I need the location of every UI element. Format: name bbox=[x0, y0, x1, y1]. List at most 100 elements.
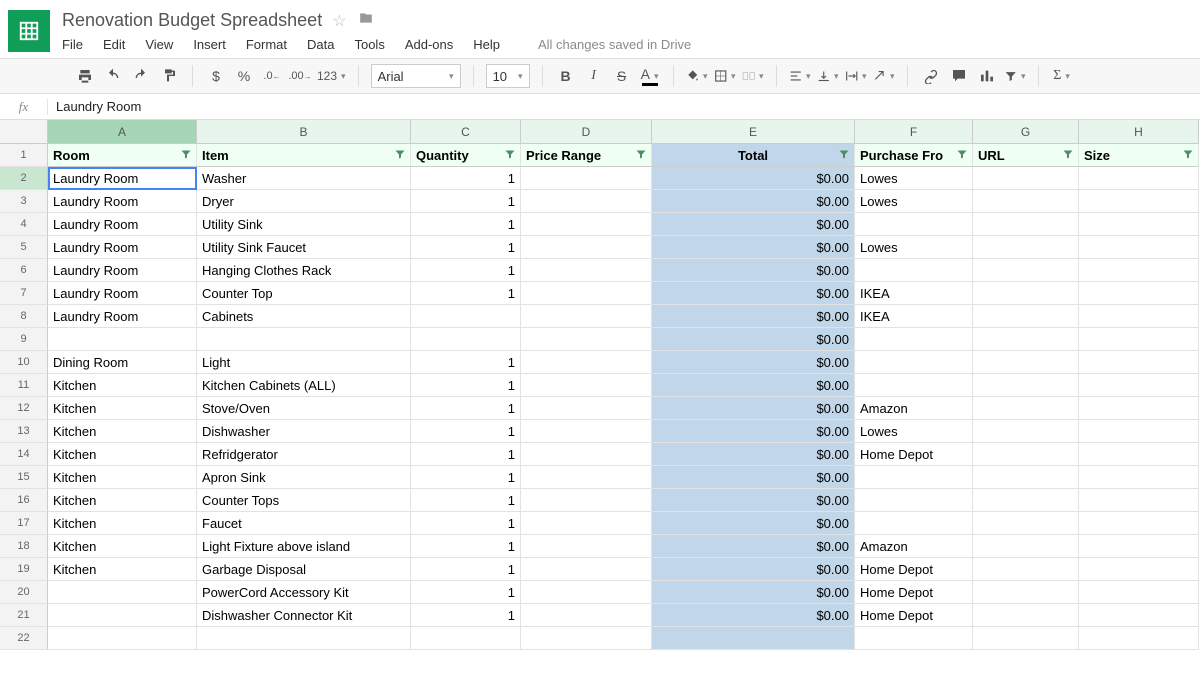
text-wrap-button[interactable]: ▾ bbox=[845, 65, 867, 87]
cell[interactable] bbox=[973, 512, 1079, 535]
cell[interactable] bbox=[521, 489, 652, 512]
format-currency-button[interactable]: $ bbox=[205, 65, 227, 87]
cell[interactable]: Light Fixture above island bbox=[197, 535, 411, 558]
filter-icon[interactable] bbox=[180, 148, 192, 163]
row-header[interactable]: 10 bbox=[0, 351, 48, 374]
font-selector[interactable]: Arial▾ bbox=[371, 64, 461, 88]
insert-comment-button[interactable] bbox=[948, 65, 970, 87]
cell[interactable]: Dishwasher bbox=[197, 420, 411, 443]
cell[interactable]: Amazon bbox=[855, 535, 973, 558]
header-cell[interactable]: Item bbox=[197, 144, 411, 167]
cell[interactable] bbox=[855, 512, 973, 535]
cell[interactable] bbox=[973, 397, 1079, 420]
menu-insert[interactable]: Insert bbox=[193, 37, 226, 52]
cell[interactable]: Home Depot bbox=[855, 558, 973, 581]
fill-color-button[interactable]: ▾ bbox=[686, 65, 708, 87]
cell[interactable]: Apron Sink bbox=[197, 466, 411, 489]
row-header[interactable]: 16 bbox=[0, 489, 48, 512]
doc-title[interactable]: Renovation Budget Spreadsheet bbox=[62, 10, 322, 31]
cell[interactable] bbox=[855, 259, 973, 282]
cell[interactable] bbox=[1079, 167, 1199, 190]
cell[interactable]: 1 bbox=[411, 374, 521, 397]
cell[interactable] bbox=[1079, 397, 1199, 420]
bold-button[interactable]: B bbox=[555, 65, 577, 87]
more-formats-button[interactable]: 123▾ bbox=[317, 65, 346, 87]
cell[interactable] bbox=[1079, 328, 1199, 351]
header-cell[interactable]: Room bbox=[48, 144, 197, 167]
row-header[interactable]: 4 bbox=[0, 213, 48, 236]
cell[interactable] bbox=[521, 167, 652, 190]
cell[interactable] bbox=[521, 374, 652, 397]
cell[interactable]: $0.00 bbox=[652, 213, 855, 236]
format-percent-button[interactable]: % bbox=[233, 65, 255, 87]
cell[interactable] bbox=[521, 627, 652, 650]
cell[interactable] bbox=[521, 190, 652, 213]
cell[interactable] bbox=[973, 374, 1079, 397]
cell[interactable] bbox=[1079, 351, 1199, 374]
cell[interactable] bbox=[973, 305, 1079, 328]
row-header[interactable]: 22 bbox=[0, 627, 48, 650]
cell[interactable]: Dryer bbox=[197, 190, 411, 213]
menu-format[interactable]: Format bbox=[246, 37, 287, 52]
cell[interactable] bbox=[1079, 282, 1199, 305]
cell[interactable]: Laundry Room bbox=[48, 282, 197, 305]
col-header-A[interactable]: A bbox=[48, 120, 197, 144]
print-icon[interactable] bbox=[74, 65, 96, 87]
cell[interactable] bbox=[1079, 213, 1199, 236]
cell[interactable]: 1 bbox=[411, 535, 521, 558]
filter-button[interactable]: ▾ bbox=[1004, 65, 1026, 87]
paint-format-icon[interactable] bbox=[158, 65, 180, 87]
insert-link-button[interactable] bbox=[920, 65, 942, 87]
row-header[interactable]: 5 bbox=[0, 236, 48, 259]
borders-button[interactable]: ▾ bbox=[714, 65, 736, 87]
cell[interactable]: 1 bbox=[411, 466, 521, 489]
folder-icon[interactable] bbox=[357, 11, 375, 30]
row-header[interactable]: 12 bbox=[0, 397, 48, 420]
cell[interactable]: Kitchen bbox=[48, 420, 197, 443]
cell[interactable]: Lowes bbox=[855, 420, 973, 443]
row-header[interactable]: 1 bbox=[0, 144, 48, 167]
cell[interactable]: 1 bbox=[411, 167, 521, 190]
cell[interactable] bbox=[411, 305, 521, 328]
cell[interactable]: Laundry Room bbox=[48, 190, 197, 213]
cell[interactable] bbox=[652, 627, 855, 650]
cell[interactable] bbox=[1079, 420, 1199, 443]
cell[interactable]: 1 bbox=[411, 581, 521, 604]
cell[interactable] bbox=[973, 190, 1079, 213]
cell[interactable]: Utility Sink Faucet bbox=[197, 236, 411, 259]
cell[interactable]: Laundry Room bbox=[48, 213, 197, 236]
cell[interactable]: Faucet bbox=[197, 512, 411, 535]
cell[interactable]: $0.00 bbox=[652, 374, 855, 397]
cell[interactable] bbox=[411, 328, 521, 351]
row-header[interactable]: 17 bbox=[0, 512, 48, 535]
col-header-E[interactable]: E bbox=[652, 120, 855, 144]
cell[interactable] bbox=[197, 627, 411, 650]
cell[interactable] bbox=[973, 351, 1079, 374]
row-header[interactable]: 13 bbox=[0, 420, 48, 443]
text-rotation-button[interactable]: ▾ bbox=[873, 65, 895, 87]
row-header[interactable]: 6 bbox=[0, 259, 48, 282]
cell[interactable] bbox=[521, 443, 652, 466]
row-header[interactable]: 20 bbox=[0, 581, 48, 604]
cell[interactable] bbox=[521, 420, 652, 443]
cell[interactable]: Laundry Room bbox=[48, 259, 197, 282]
cell[interactable]: $0.00 bbox=[652, 581, 855, 604]
cell[interactable] bbox=[1079, 604, 1199, 627]
cell[interactable]: $0.00 bbox=[652, 489, 855, 512]
cell[interactable]: Dishwasher Connector Kit bbox=[197, 604, 411, 627]
cell[interactable] bbox=[855, 328, 973, 351]
cell[interactable] bbox=[973, 443, 1079, 466]
cell[interactable]: 1 bbox=[411, 443, 521, 466]
cell[interactable]: Counter Tops bbox=[197, 489, 411, 512]
cell[interactable]: Kitchen bbox=[48, 397, 197, 420]
row-header[interactable]: 19 bbox=[0, 558, 48, 581]
cell[interactable]: 1 bbox=[411, 236, 521, 259]
cell[interactable]: $0.00 bbox=[652, 466, 855, 489]
cell[interactable] bbox=[973, 259, 1079, 282]
cell[interactable] bbox=[973, 558, 1079, 581]
functions-button[interactable]: Σ▾ bbox=[1051, 65, 1073, 87]
menu-addons[interactable]: Add-ons bbox=[405, 37, 453, 52]
cell[interactable]: IKEA bbox=[855, 305, 973, 328]
cell[interactable]: Amazon bbox=[855, 397, 973, 420]
cell[interactable]: Laundry Room bbox=[48, 167, 197, 190]
